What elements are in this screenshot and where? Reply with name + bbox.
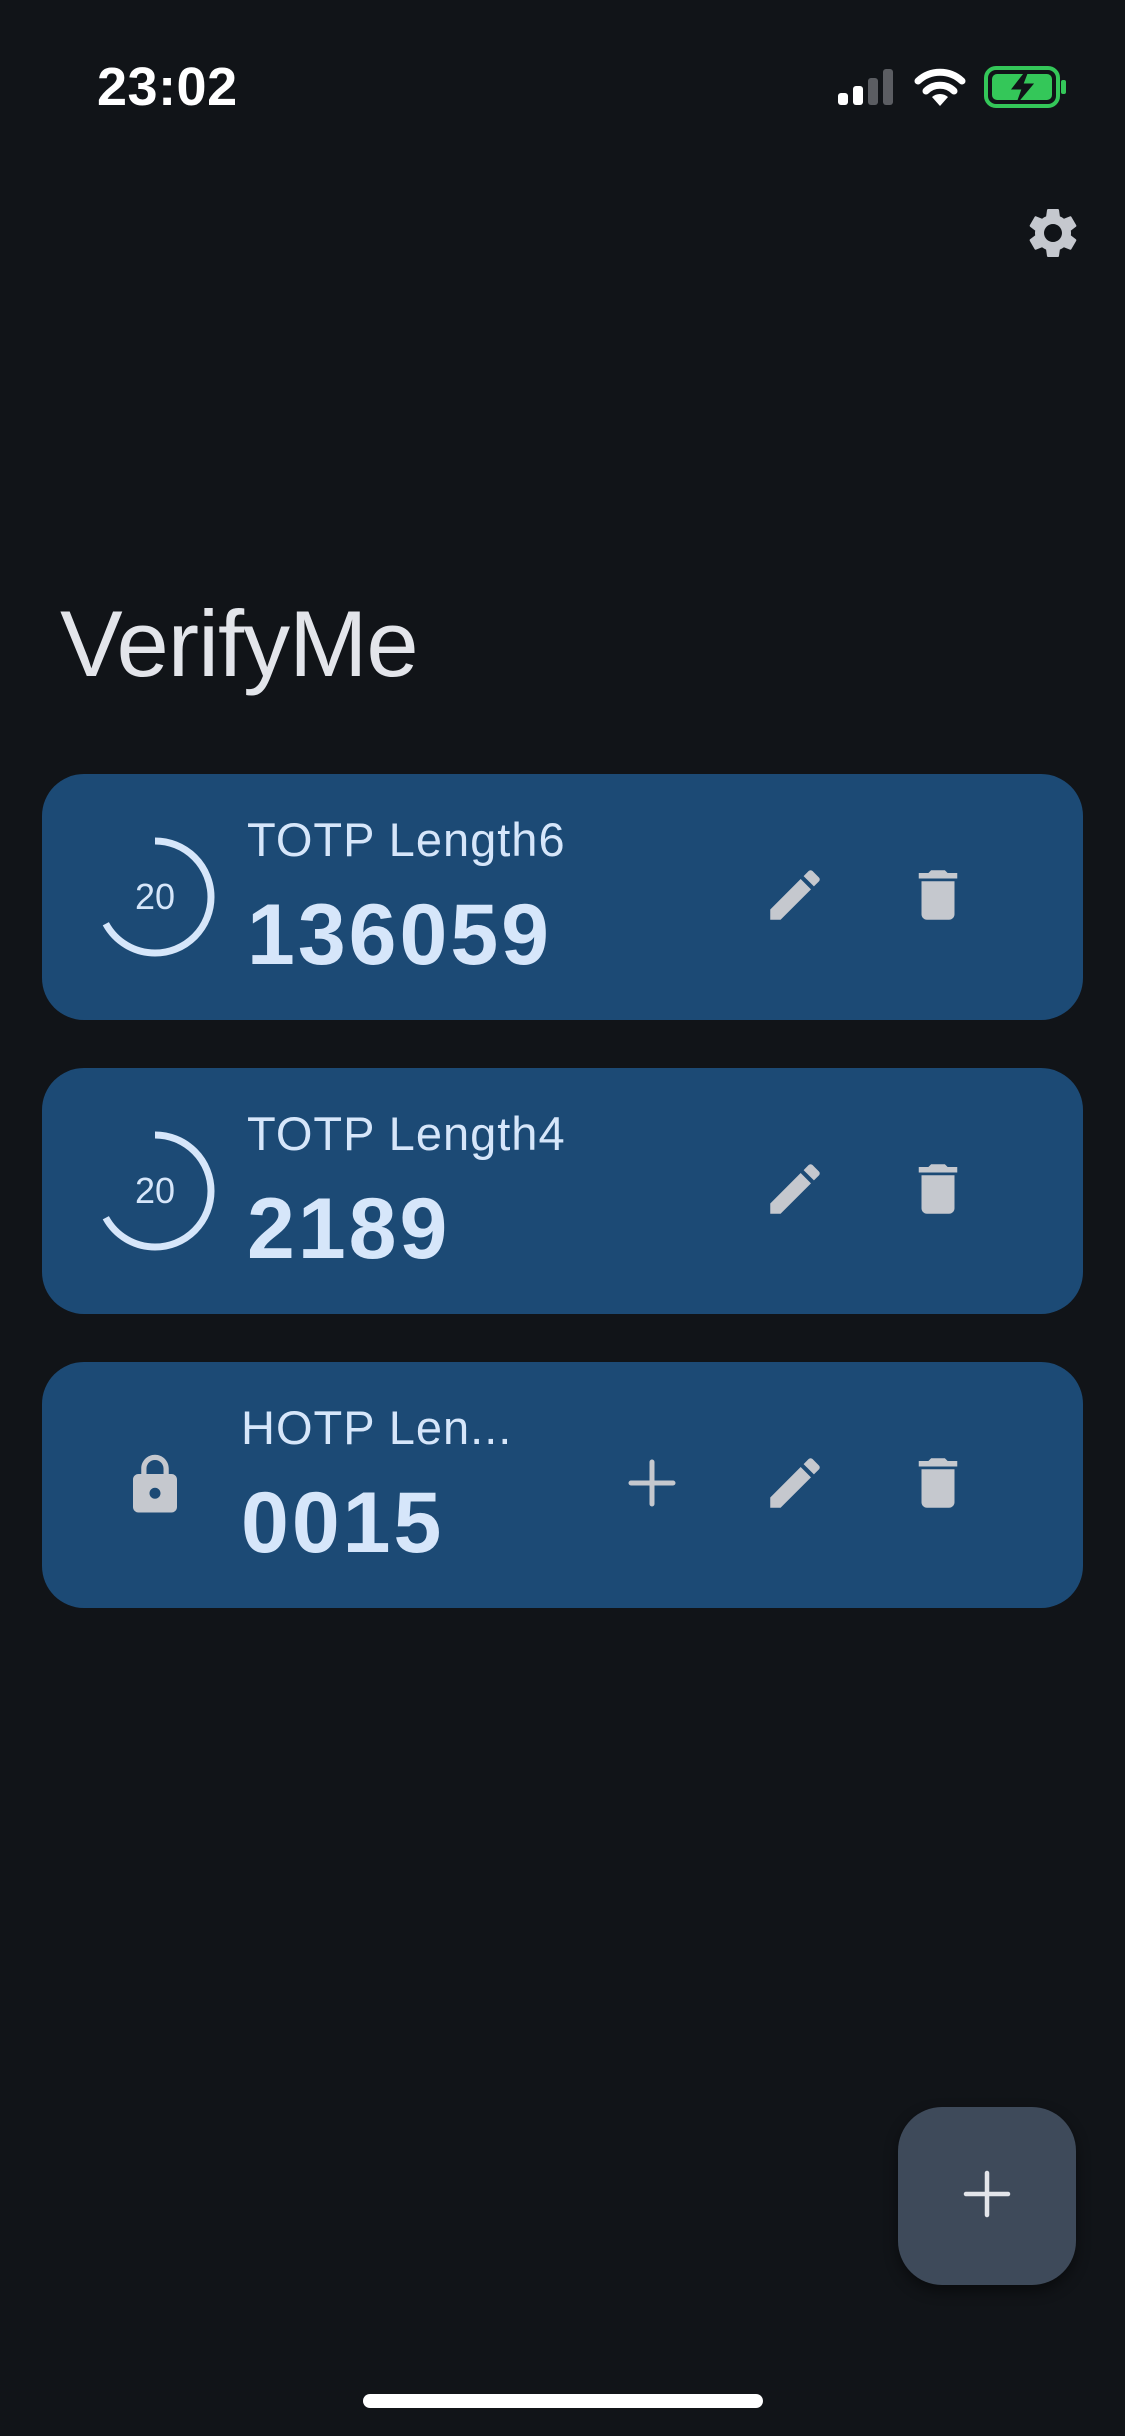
- account-name: TOTP Length4: [247, 1107, 566, 1160]
- page-title: VerifyMe: [60, 591, 419, 696]
- trash-icon: [905, 1156, 971, 1227]
- edit-button[interactable]: [755, 857, 835, 937]
- status-icons: [838, 62, 1068, 112]
- plus-icon: [627, 1458, 677, 1513]
- account-card[interactable]: 20 TOTP Length4 2189: [42, 1068, 1083, 1314]
- edit-button[interactable]: [755, 1445, 835, 1525]
- otp-code[interactable]: 136059: [247, 886, 552, 985]
- home-indicator[interactable]: [363, 2394, 763, 2408]
- wifi-icon: [914, 68, 966, 106]
- otp-code[interactable]: 2189: [247, 1180, 450, 1279]
- otp-code[interactable]: 0015: [241, 1474, 444, 1573]
- account-card[interactable]: HOTP Len... 0015: [42, 1362, 1083, 1608]
- pencil-icon: [762, 1156, 828, 1227]
- status-bar: 23:02: [0, 0, 1125, 140]
- timer-ring-icon: 20: [90, 1126, 220, 1256]
- lock-icon: [90, 1420, 220, 1550]
- gear-icon: [1023, 203, 1083, 268]
- plus-icon: [962, 2169, 1012, 2224]
- delete-button[interactable]: [898, 1445, 978, 1525]
- increment-counter-button[interactable]: [612, 1445, 692, 1525]
- delete-button[interactable]: [898, 857, 978, 937]
- seconds-remaining: 20: [134, 876, 176, 917]
- delete-button[interactable]: [898, 1151, 978, 1231]
- account-card[interactable]: 20 TOTP Length6 136059: [42, 774, 1083, 1020]
- seconds-remaining: 20: [134, 1170, 176, 1211]
- edit-button[interactable]: [755, 1151, 835, 1231]
- add-account-button[interactable]: [898, 2107, 1076, 2285]
- account-name: TOTP Length6: [247, 813, 566, 866]
- timer-ring-icon: 20: [90, 832, 220, 962]
- trash-icon: [905, 862, 971, 933]
- trash-icon: [905, 1450, 971, 1521]
- settings-button[interactable]: [1018, 200, 1088, 270]
- battery-charging-icon: [984, 66, 1068, 108]
- pencil-icon: [762, 1450, 828, 1521]
- account-name: HOTP Len...: [241, 1401, 513, 1454]
- pencil-icon: [762, 862, 828, 933]
- status-time: 23:02: [97, 57, 238, 117]
- cellular-signal-icon: [838, 69, 896, 105]
